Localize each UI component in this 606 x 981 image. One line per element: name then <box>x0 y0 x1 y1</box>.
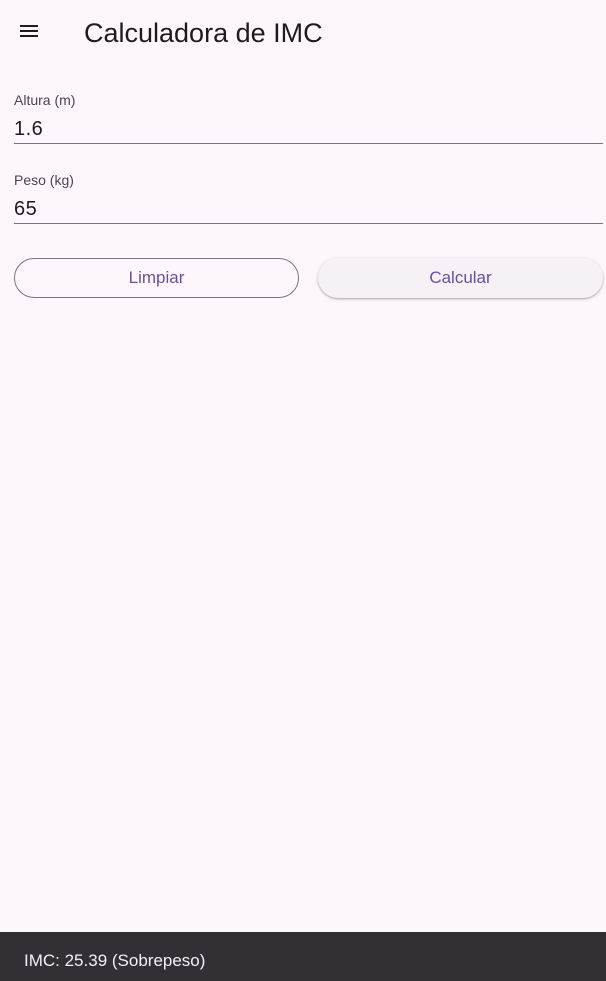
weight-field: Peso (kg) <box>14 171 603 224</box>
height-underline <box>14 143 603 144</box>
weight-label: Peso (kg) <box>14 172 74 188</box>
bmi-result-text: IMC: 25.39 (Sobrepeso) <box>24 951 206 970</box>
clear-button[interactable]: Limpiar <box>14 258 299 298</box>
app-bar: Calculadora de IMC <box>0 0 606 64</box>
result-snackbar: IMC: 25.39 (Sobrepeso) <box>0 932 606 981</box>
height-label: Altura (m) <box>14 92 76 108</box>
menu-button[interactable] <box>5 9 53 57</box>
weight-underline <box>14 223 603 224</box>
height-field: Altura (m) <box>14 91 603 144</box>
calculate-button[interactable]: Calcular <box>318 258 603 298</box>
menu-icon <box>17 19 41 48</box>
height-input[interactable] <box>14 115 603 143</box>
weight-input[interactable] <box>14 195 603 223</box>
page-title: Calculadora de IMC <box>84 18 323 48</box>
